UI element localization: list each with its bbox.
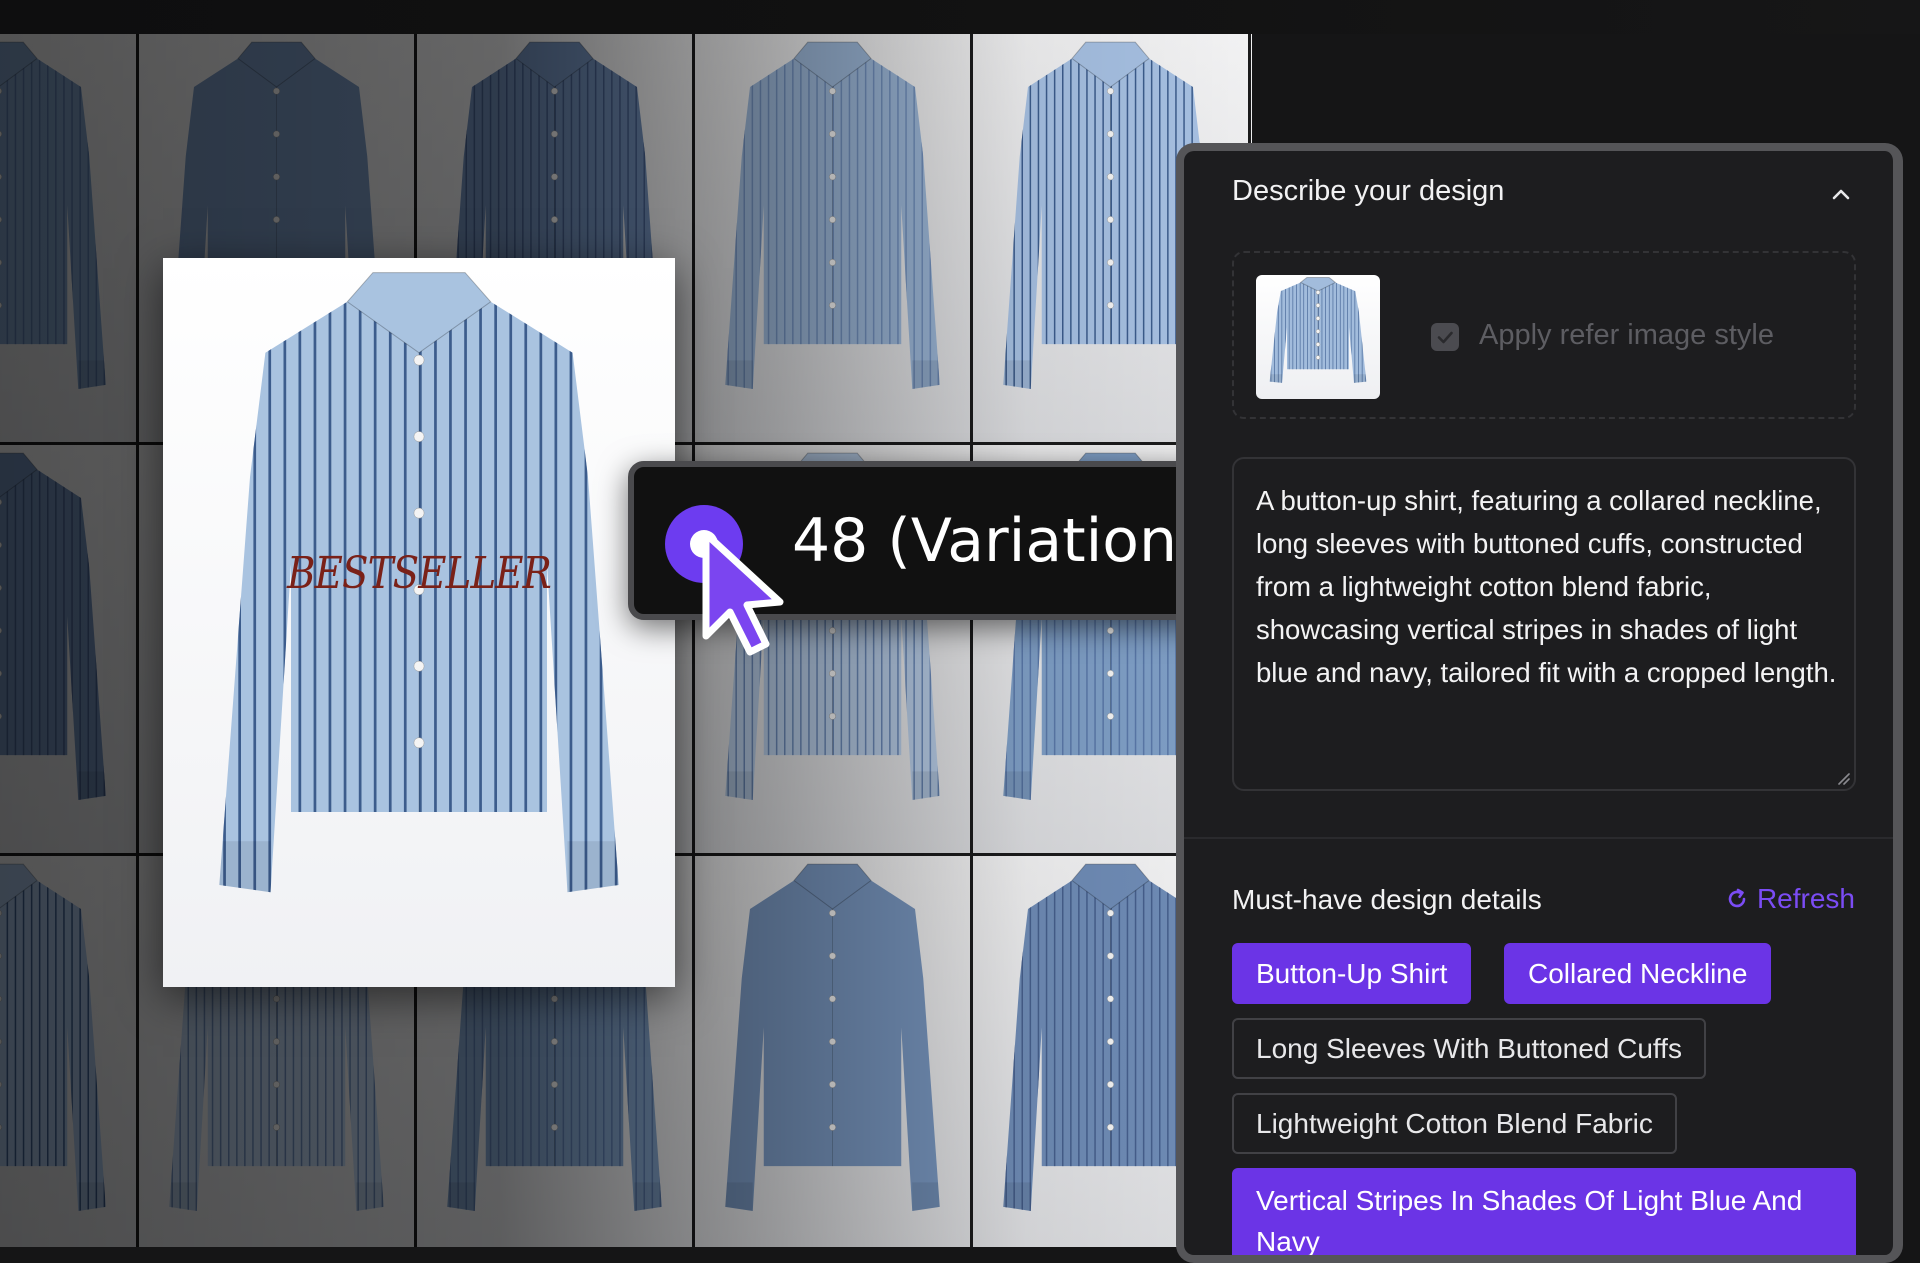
design-panel: Describe your design Apply refer image s… (1176, 143, 1903, 1263)
description-text: A button-up shirt, featuring a collared … (1256, 485, 1837, 688)
details-title: Must-have design details (1232, 884, 1542, 915)
checkmark-icon (1437, 331, 1453, 344)
gallery-shirt-image (725, 863, 940, 1211)
tag-long-sleeves[interactable]: Long Sleeves With Buttoned Cuffs (1232, 1018, 1706, 1079)
tag-vertical-stripes[interactable]: Vertical Stripes In Shades Of Light Blue… (1232, 1168, 1856, 1255)
panel-title: Describe your design (1232, 175, 1505, 207)
gallery-shirt-image (0, 452, 106, 800)
resize-handle-icon[interactable] (1836, 771, 1850, 785)
top-bar (0, 0, 1920, 34)
reference-thumbnail[interactable] (1256, 275, 1380, 399)
tag-cotton-blend[interactable]: Lightweight Cotton Blend Fabric (1232, 1093, 1677, 1154)
tag-collared-neckline[interactable]: Collared Neckline (1504, 943, 1772, 1004)
gallery-shirt-tile[interactable] (695, 856, 970, 1247)
reference-shirt-image (1269, 276, 1367, 383)
gallery-shirt-image (0, 863, 106, 1211)
refresh-icon (1728, 888, 1746, 908)
variation-label: 48 (Variation) (792, 506, 1201, 576)
gallery-shirt-tile[interactable] (0, 34, 136, 442)
chevron-up-icon[interactable] (1827, 181, 1855, 209)
refresh-button[interactable]: Refresh (1725, 883, 1855, 915)
gallery-shirt-tile[interactable] (0, 445, 136, 853)
bestseller-badge: BESTSELLER (287, 548, 552, 599)
reference-image-box: Apply refer image style (1232, 251, 1856, 419)
gallery-shirt-image (0, 41, 106, 389)
apply-style-label: Apply refer image style (1479, 319, 1774, 351)
section-divider (1184, 837, 1893, 839)
gallery-shirt-image (725, 41, 940, 389)
apply-style-checkbox[interactable] (1431, 323, 1459, 351)
gallery-shirt-tile[interactable] (695, 34, 970, 442)
gallery-shirt-tile[interactable] (0, 856, 136, 1247)
tag-button-up-shirt[interactable]: Button-Up Shirt (1232, 943, 1472, 1004)
mouse-cursor-icon (702, 530, 784, 656)
featured-shirt-image (219, 272, 619, 893)
refresh-label: Refresh (1756, 883, 1855, 914)
featured-shirt-card[interactable]: BESTSELLER (163, 258, 675, 987)
description-textarea[interactable]: A button-up shirt, featuring a collared … (1232, 457, 1856, 791)
